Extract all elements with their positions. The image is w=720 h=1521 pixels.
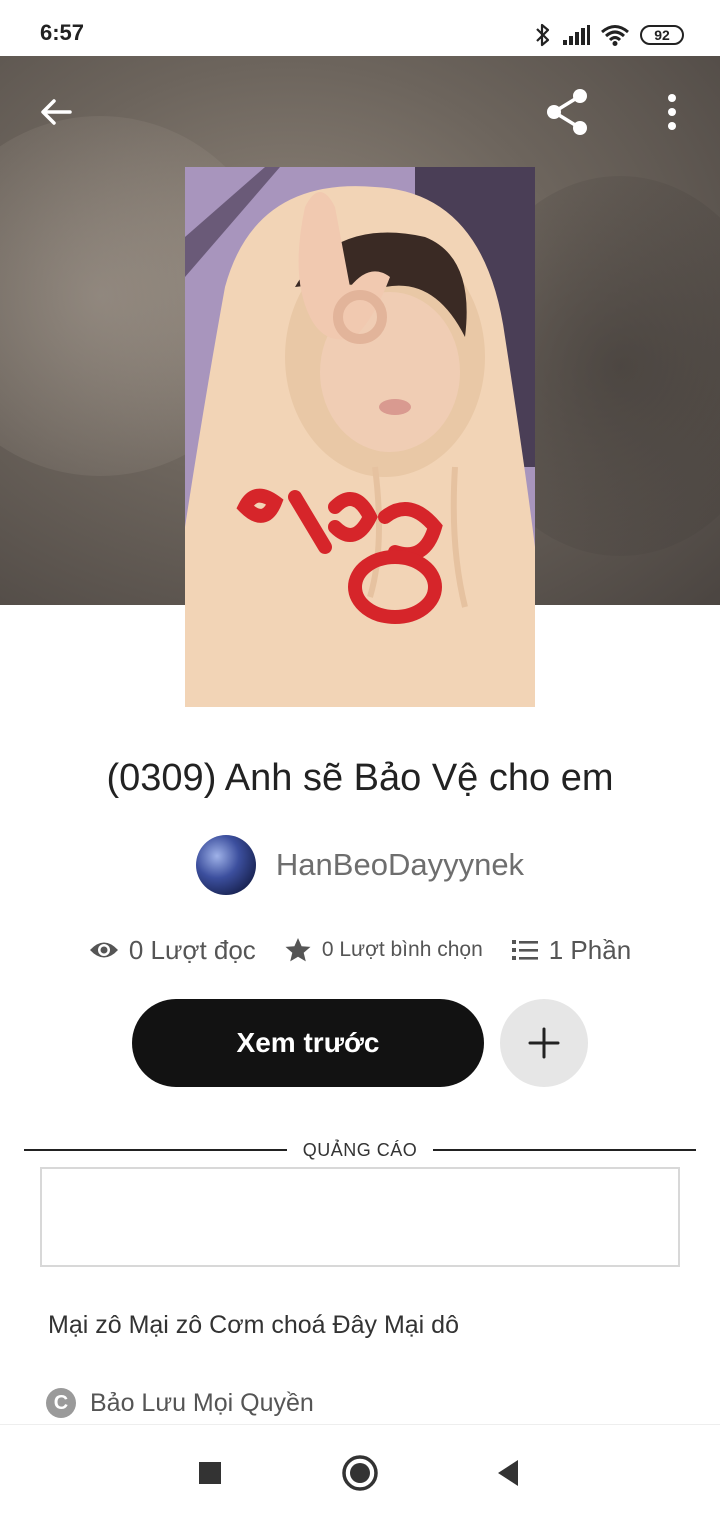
copyright-text: Bảo Lưu Mọi Quyền: [90, 1388, 314, 1417]
nav-back-button[interactable]: [484, 1449, 532, 1497]
story-stats: 0 Lượt đọc 0 Lượt bình chọn 1 Phần: [0, 928, 720, 972]
read-preview-button[interactable]: Xem trước: [132, 999, 484, 1087]
author-avatar[interactable]: [195, 835, 256, 895]
eye-icon: [89, 942, 118, 958]
stat-votes: 0 Lượt bình chọn: [284, 937, 483, 963]
ad-label: QUẢNG CÁO: [302, 1139, 418, 1160]
more-vertical-icon: [668, 94, 676, 130]
story-cover[interactable]: [185, 167, 535, 707]
status-bar: 6:57 92: [0, 0, 720, 56]
story-description: Mại zô Mại zô Cơm choá Đây Mại dô: [48, 1311, 459, 1339]
triangle-back-icon: [498, 1460, 518, 1486]
bluetooth-icon: [536, 23, 550, 47]
story-title: (0309) Anh sẽ Bảo Vệ cho em: [106, 757, 614, 799]
add-to-library-button[interactable]: [500, 999, 588, 1087]
status-time: 6:57: [40, 20, 85, 45]
share-icon: [547, 89, 587, 135]
share-button[interactable]: [540, 84, 596, 140]
copyright-row: C Bảo Lưu Mọi Quyền: [46, 1388, 314, 1418]
battery-icon: 92: [640, 25, 684, 45]
ad-container[interactable]: [40, 1167, 680, 1267]
stat-reads: 0 Lượt đọc: [89, 935, 256, 966]
system-navigation-bar: [0, 1424, 720, 1521]
author-name[interactable]: HanBeoDayyynek: [276, 847, 524, 883]
divider-line: [24, 1149, 287, 1151]
parts-count: 1 Phần: [548, 934, 632, 965]
home-button[interactable]: [336, 1449, 384, 1497]
more-options-button[interactable]: [644, 84, 700, 140]
votes-count: 0 Lượt bình chọn: [321, 938, 483, 961]
copyright-icon: C: [46, 1388, 76, 1418]
circle-icon: [342, 1455, 378, 1491]
divider-line: [433, 1149, 697, 1151]
plus-icon: [528, 1027, 560, 1059]
status-icons: 92: [534, 20, 684, 50]
recents-button[interactable]: [186, 1449, 234, 1497]
battery-level: 92: [654, 27, 670, 43]
ad-divider: QUẢNG CÁO: [24, 1138, 697, 1162]
arrow-left-icon: [41, 99, 72, 125]
back-button[interactable]: [28, 84, 84, 140]
author-row[interactable]: HanBeoDayyynek: [0, 834, 720, 896]
signal-icon: [563, 25, 590, 45]
stat-parts[interactable]: 1 Phần: [511, 935, 631, 966]
reads-count: 0 Lượt đọc: [128, 934, 256, 965]
cover-image: [185, 167, 535, 707]
square-icon: [199, 1462, 221, 1484]
list-icon: [511, 940, 538, 960]
wifi-icon: [601, 25, 629, 46]
star-icon: [285, 938, 311, 962]
